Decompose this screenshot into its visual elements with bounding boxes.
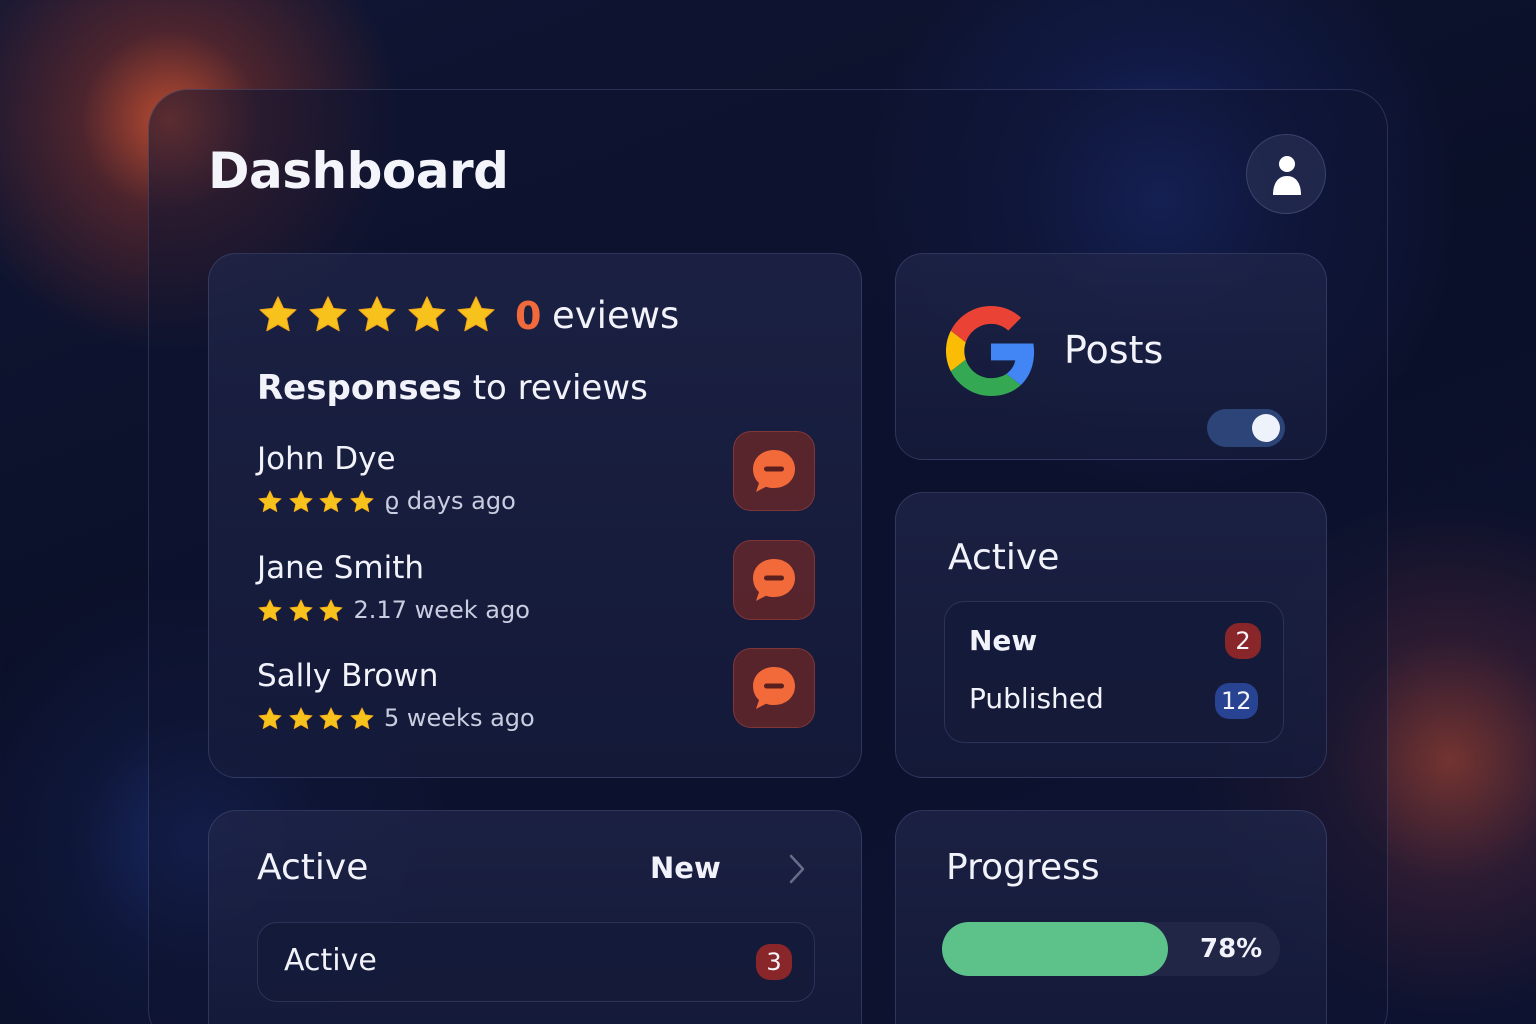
- star-icon: [457, 296, 495, 332]
- review-time: ϱ days ago: [384, 487, 516, 515]
- star-icon: [319, 490, 343, 513]
- new-count-badge: 2: [1225, 623, 1261, 659]
- page-title: Dashboard: [208, 142, 509, 200]
- chevron-right-icon[interactable]: [787, 853, 807, 885]
- status-list: New 2 Published 12: [944, 601, 1284, 743]
- progress-card: Progress 78%: [895, 810, 1327, 1024]
- active-status-title: Active: [948, 537, 1060, 578]
- responses-heading-rest: to reviews: [461, 368, 648, 408]
- active-count-badge: 3: [756, 944, 792, 980]
- progress-bar: 78%: [942, 922, 1280, 976]
- status-label-published[interactable]: Published: [969, 682, 1104, 715]
- status-label-new[interactable]: New: [969, 624, 1037, 657]
- reviewer-name: Jane Smith: [257, 550, 425, 586]
- review-time: 2.17 week ago: [353, 596, 530, 624]
- review-item: Sally Brown 5 weeks ago: [257, 648, 817, 748]
- star-icon: [258, 599, 282, 622]
- star-icon: [350, 490, 373, 513]
- reply-button[interactable]: [733, 648, 815, 728]
- chat-bubble-icon: [753, 667, 795, 709]
- responses-heading-bold: Responses: [257, 368, 462, 408]
- published-count-badge: 12: [1215, 683, 1258, 719]
- google-icon: [946, 306, 1035, 396]
- reviewer-name: John Dye: [257, 441, 396, 477]
- toggle-knob: [1252, 414, 1280, 442]
- posts-toggle[interactable]: [1207, 409, 1285, 447]
- star-icon: [289, 490, 312, 513]
- progress-fill: [942, 922, 1169, 976]
- review-meta: ϱ days ago: [257, 487, 677, 519]
- star-icon: [319, 707, 343, 730]
- review-item: John Dye ϱ days ago: [257, 431, 817, 531]
- new-link[interactable]: New: [650, 851, 721, 885]
- star-icon: [350, 707, 373, 730]
- review-item: Jane Smith 2.17 week ago: [257, 540, 817, 640]
- reviews-count: 0: [515, 294, 542, 338]
- progress-percent: 78%: [1200, 934, 1263, 964]
- user-avatar-button[interactable]: [1246, 134, 1326, 214]
- progress-title: Progress: [946, 847, 1100, 888]
- review-time: 5 weeks ago: [384, 704, 535, 732]
- google-posts-card: Posts: [895, 253, 1327, 460]
- star-icon: [407, 296, 446, 332]
- review-meta: 5 weeks ago: [257, 704, 677, 736]
- star-icon: [258, 707, 282, 730]
- active-status-card: Active New 2 Published 12: [895, 492, 1327, 778]
- responses-heading: Responses to reviews: [257, 368, 648, 408]
- star-icon: [358, 296, 396, 332]
- star-icon: [289, 707, 312, 730]
- active-panel-title: Active: [257, 847, 369, 888]
- posts-label: Posts: [1064, 328, 1164, 372]
- star-icon: [258, 490, 282, 513]
- star-icon: [259, 296, 297, 332]
- reviews-label: eviews: [552, 294, 680, 337]
- reply-button[interactable]: [733, 431, 815, 511]
- active-panel-card: Active New Active 3: [208, 810, 862, 1024]
- star-icon: [319, 599, 343, 622]
- rating-stars: [257, 294, 507, 338]
- review-meta: 2.17 week ago: [257, 596, 677, 628]
- active-row[interactable]: Active 3: [257, 922, 815, 1002]
- chat-bubble-icon: [753, 450, 795, 492]
- active-row-label: Active: [284, 943, 377, 978]
- reviewer-name: Sally Brown: [257, 658, 439, 694]
- reply-button[interactable]: [733, 540, 815, 620]
- chat-bubble-icon: [753, 559, 795, 601]
- user-icon: [1273, 156, 1301, 195]
- reviews-card: 0 eviews Responses to reviews John Dye ϱ…: [208, 253, 862, 778]
- star-icon: [308, 296, 347, 332]
- star-icon: [289, 599, 312, 622]
